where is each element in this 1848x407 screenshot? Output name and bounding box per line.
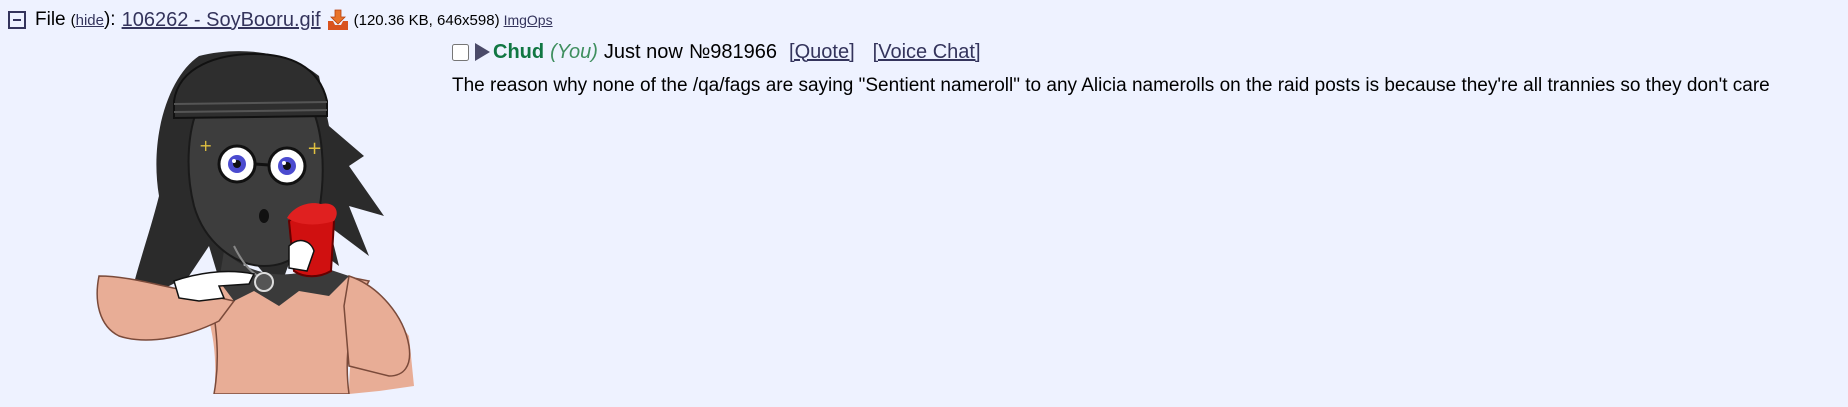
- post-intro: Chud (You) Just now №981966 [Quote] [Voi…: [452, 38, 999, 66]
- post-container: File (hide): 106262 - SoyBooru.gif (120.…: [0, 0, 1848, 407]
- you-label: (You): [550, 40, 598, 63]
- play-triangle-icon[interactable]: [475, 43, 490, 61]
- file-meta: (120.36 KB, 646x598): [353, 11, 500, 29]
- download-icon[interactable]: [326, 9, 350, 31]
- poster-name: Chud: [493, 40, 545, 63]
- post-time: Just now: [603, 40, 683, 63]
- post-number-link[interactable]: №981966: [689, 41, 777, 64]
- hide-link[interactable]: hide: [76, 12, 104, 29]
- svg-text:+: +: [199, 136, 212, 155]
- imgops-link[interactable]: ImgOps: [504, 12, 553, 28]
- post-image-thumbnail[interactable]: + +: [49, 46, 415, 395]
- file-label: File: [35, 9, 66, 30]
- voice-chat-link[interactable]: [Voice Chat]: [873, 41, 981, 64]
- collapse-minus-icon[interactable]: [8, 11, 26, 29]
- post-select-checkbox[interactable]: [452, 43, 469, 61]
- filename-link[interactable]: 106262 - SoyBooru.gif: [122, 9, 321, 32]
- file-info: File (hide): 106262 - SoyBooru.gif (120.…: [8, 6, 553, 34]
- quote-link[interactable]: [Quote]: [789, 41, 855, 64]
- svg-text:+: +: [307, 138, 322, 159]
- hide-close-paren: ):: [103, 9, 116, 30]
- post-body: The reason why none of the /qa/fags are …: [452, 75, 1770, 96]
